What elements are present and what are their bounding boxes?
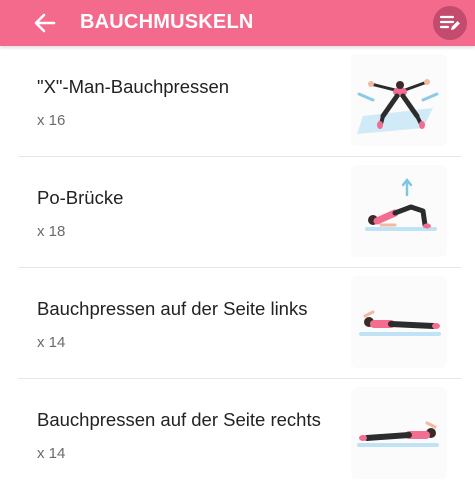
- exercise-reps: x 18: [37, 223, 66, 240]
- exercise-list: "X"-Man-Bauchpressen x 16 Po-Brücke x 18: [0, 46, 475, 489]
- exercise-row[interactable]: Bauchpressen auf der Seite links x 14: [18, 268, 461, 379]
- exercise-reps: x 14: [37, 334, 66, 351]
- exercise-name: Bauchpressen auf der Seite rechts: [37, 409, 321, 430]
- exercise-row[interactable]: "X"-Man-Bauchpressen x 16: [18, 46, 461, 157]
- exercise-name: Po-Brücke: [37, 187, 124, 208]
- edit-list-button[interactable]: [433, 6, 467, 40]
- x-man-crunch-illustration: [351, 54, 447, 146]
- exercise-row[interactable]: Po-Brücke x 18: [18, 157, 461, 268]
- side-crunch-left-illustration: [351, 276, 447, 368]
- edit-list-icon: [439, 15, 460, 30]
- page-title: BAUCHMUSKELN: [80, 11, 254, 33]
- exercise-name: Bauchpressen auf der Seite links: [37, 298, 308, 319]
- exercise-name: "X"-Man-Bauchpressen: [37, 76, 230, 97]
- app-bar: BAUCHMUSKELN: [0, 0, 475, 46]
- side-crunch-right-illustration: [351, 387, 447, 479]
- exercise-reps: x 16: [37, 112, 66, 129]
- exercise-reps: x 14: [37, 445, 66, 462]
- arrow-left-icon: [34, 13, 56, 33]
- exercise-row[interactable]: Bauchpressen auf der Seite rechts x 14: [18, 379, 461, 489]
- back-button[interactable]: [30, 8, 60, 38]
- glute-bridge-illustration: [351, 165, 447, 257]
